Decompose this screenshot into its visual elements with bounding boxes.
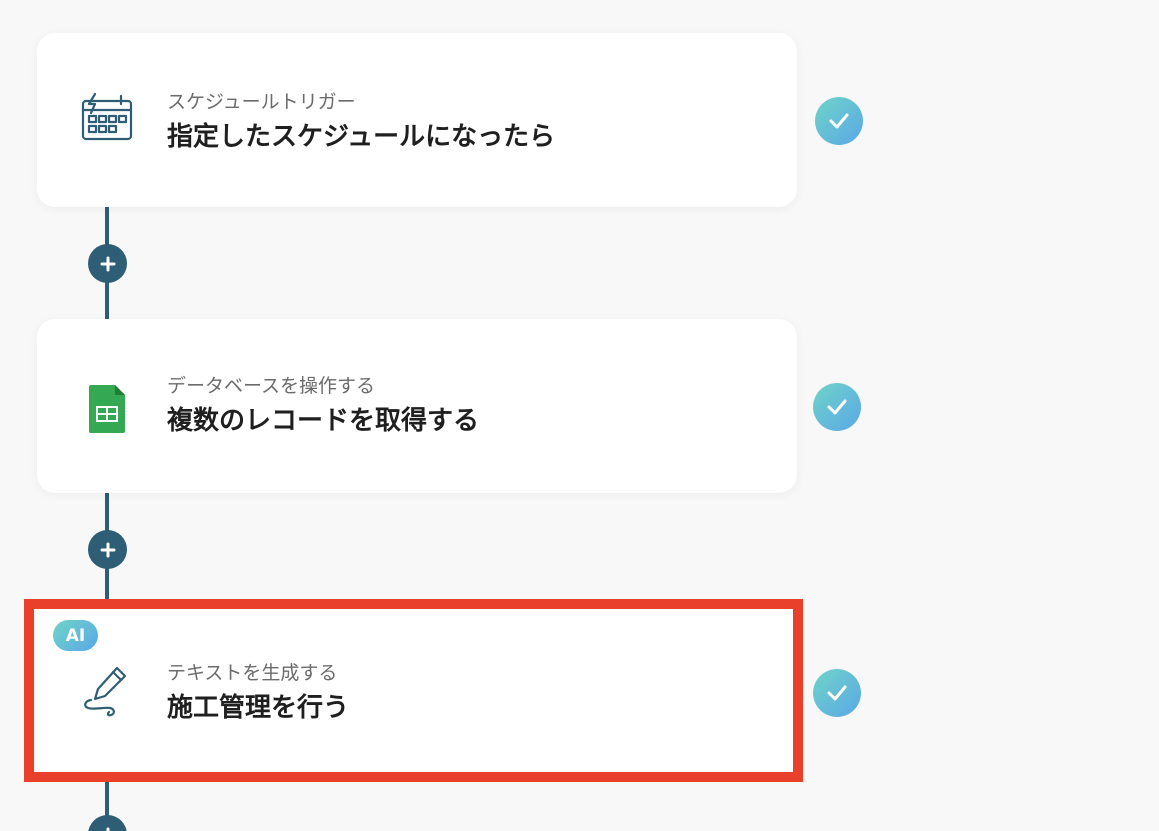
step-card-schedule-trigger[interactable]: スケジュールトリガー 指定したスケジュールになったら [37,33,797,207]
step-type-label: スケジュールトリガー [167,91,356,113]
checkmark-icon [829,113,849,129]
add-step-button[interactable] [88,530,127,569]
step-title: 複数のレコードを取得する [167,406,480,436]
step-complete-check [815,97,863,145]
google-sheets-icon [89,385,125,433]
step-type-label: データベースを操作する [167,375,376,397]
flow-canvas: スケジュールトリガー 指定したスケジュールになったら データベースを操作する 複… [0,0,1159,831]
plus-icon [106,827,109,831]
step-card-database[interactable]: データベースを操作する 複数のレコードを取得する [37,319,797,493]
step-complete-check [813,383,861,431]
checkmark-icon [827,685,847,701]
add-step-button[interactable] [88,815,127,831]
step-title: 指定したスケジュールになったら [167,122,556,152]
checkmark-icon [827,399,847,415]
highlight-frame [24,599,803,782]
add-step-button[interactable] [88,244,127,283]
plus-icon [100,542,115,557]
plus-icon [100,256,115,271]
step-complete-check [813,669,861,717]
schedule-trigger-icon [81,92,133,141]
